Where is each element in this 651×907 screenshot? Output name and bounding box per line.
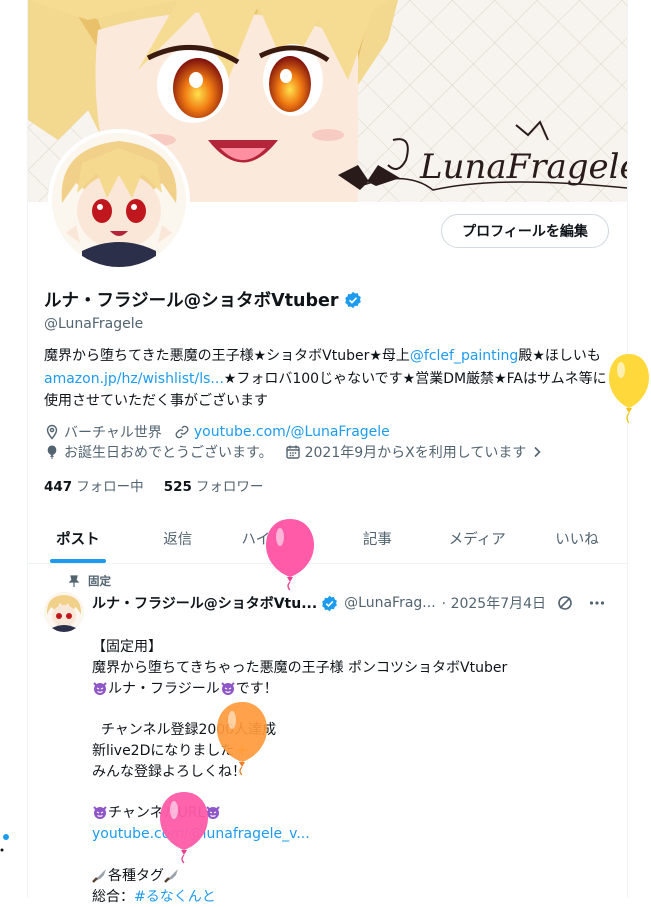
knife-emoji-icon xyxy=(92,868,106,883)
website-link[interactable]: youtube.com/@LunaFragele xyxy=(194,424,390,440)
tweet-line-5: 新live2Dになりました xyxy=(92,741,612,762)
tweet-hashtag-link[interactable]: #るなくんと xyxy=(134,889,216,905)
location-pin-icon xyxy=(46,424,58,440)
profile-bio: 魔界から堕ちてきた悪魔の王子様★ショタボVtuber★母上@fclef_pain… xyxy=(44,345,614,413)
pink-balloon-icon xyxy=(160,792,208,864)
banner-signature-text: LunaFragele xyxy=(419,147,627,187)
yellow-balloon-icon xyxy=(609,354,649,424)
following-link[interactable]: 447 フォロー中 xyxy=(44,475,144,495)
tab-likes[interactable]: いいね xyxy=(527,514,627,563)
devil-emoji-icon xyxy=(93,681,107,695)
followers-label: フォロワー xyxy=(195,479,264,495)
tweet-author-handle[interactable]: @LunaFrag... xyxy=(344,595,436,611)
devil-emoji-icon xyxy=(93,806,107,820)
link-icon xyxy=(175,425,189,439)
tweet-author-avatar[interactable] xyxy=(44,592,84,632)
tab-articles[interactable]: 記事 xyxy=(327,514,427,563)
display-name: ルナ・フラジール@ショタボVtuber xyxy=(44,291,339,311)
tab-articles-label: 記事 xyxy=(362,532,392,548)
more-options-icon[interactable] xyxy=(588,594,606,612)
tweet-line-9-text: 各種タグ xyxy=(108,867,164,884)
birthday-text: お誕生日おめでとうございます。 xyxy=(64,445,273,461)
balloon-icon xyxy=(47,445,57,460)
profile-tabs: ポスト 返信 ハイライト 記事 メディア いいね xyxy=(28,514,627,564)
profile-column: LunaFragele プロフィールを編集 ルナ・フラジール@ショタボVtube… xyxy=(27,0,628,905)
active-tab-indicator xyxy=(49,559,106,563)
tab-replies-label: 返信 xyxy=(163,532,193,548)
tweet-verified-badge-icon[interactable] xyxy=(321,595,338,612)
knife-emoji-icon xyxy=(164,868,178,883)
profile-meta-row-1: バーチャル世界 youtube.com/@LunaFragele xyxy=(44,422,402,442)
tweet-line-3: ルナ・フラジール です！ xyxy=(92,679,612,700)
joined-text: 2021年9月からXを利用しています xyxy=(304,445,527,461)
joined-item[interactable]: 2021年9月からXを利用しています xyxy=(285,442,549,462)
tweet-line-10: 総合：#るなくんと xyxy=(92,887,612,907)
bio-wishlist-link[interactable]: amazon.jp/hz/wishlist/ls... xyxy=(44,371,224,387)
follow-stats: 447 フォロー中 525 フォロワー xyxy=(44,475,263,495)
tweet-author-name[interactable]: ルナ・フラジール@ショタボVtu... xyxy=(92,593,317,613)
tab-likes-label: いいね xyxy=(555,532,599,548)
location-text: バーチャル世界 xyxy=(64,425,162,441)
pink-balloon-icon xyxy=(266,519,314,591)
orange-balloon-icon xyxy=(217,702,267,776)
tweet-line-3-end: です！ xyxy=(235,680,278,697)
verified-badge-icon[interactable] xyxy=(344,291,362,309)
pinned-label: 固定 xyxy=(88,574,111,588)
calendar-icon xyxy=(285,445,300,459)
bio-mention-link[interactable]: @fclef_painting xyxy=(410,348,518,364)
tweet-line-10-label: 総合： xyxy=(92,888,134,905)
edit-profile-button[interactable]: プロフィールを編集 xyxy=(441,214,609,248)
followers-count: 525 xyxy=(163,479,192,495)
tab-replies[interactable]: 返信 xyxy=(128,514,228,563)
tab-posts[interactable]: ポスト xyxy=(28,514,128,563)
tweet-line-4: チャンネル登録2000人達成 xyxy=(92,722,277,739)
profile-name-row: ルナ・フラジール@ショタボVtuber xyxy=(44,287,362,312)
tweet-date[interactable]: · 2025年7月4日 xyxy=(442,593,546,613)
location-item: バーチャル世界 xyxy=(44,422,162,442)
following-label: フォロー中 xyxy=(76,479,144,495)
tweet-line-9: 各種タグ xyxy=(92,866,612,887)
tab-media[interactable]: メディア xyxy=(427,514,527,563)
tweet-body: 【固定用】魔界から堕ちてきちゃった悪魔の王子様 ポンコツショタボVtuber ルナ… xyxy=(92,637,612,907)
tweet-line-3-text: ルナ・フラジール xyxy=(108,680,220,697)
profile-avatar[interactable] xyxy=(48,129,190,271)
tweet-line-6: みんな登録よろしくね！ xyxy=(92,763,246,780)
pin-icon xyxy=(68,575,80,587)
tab-media-label: メディア xyxy=(448,532,506,548)
tweet-line-2: 魔界から堕ちてきちゃった悪魔の王子様 ポンコツショタボVtuber xyxy=(92,659,508,676)
profile-handle: @LunaFragele xyxy=(44,316,144,332)
devil-emoji-icon xyxy=(221,681,235,695)
birthday-item: お誕生日おめでとうございます。 xyxy=(44,442,273,462)
edited-icon[interactable] xyxy=(556,594,574,612)
profile-meta-row-2: お誕生日おめでとうございます。 2021年9月からXを利用しています xyxy=(44,442,560,462)
followers-link[interactable]: 525 フォロワー xyxy=(164,475,264,495)
bio-text-1: 魔界から堕ちてきた悪魔の王子様★ショタボVtuber★母上 xyxy=(44,348,410,364)
avatar-image xyxy=(52,133,186,267)
confetti-dots-icon xyxy=(0,834,9,852)
tweet-line-1: 【固定用】 xyxy=(92,639,162,655)
following-count: 447 xyxy=(44,479,73,495)
bio-text-2: 殿★ほしいも xyxy=(518,348,601,364)
pinned-indicator: 固定 xyxy=(68,573,111,589)
chevron-right-icon xyxy=(534,446,541,458)
tweet-header: ルナ・フラジール@ショタボVtu... @LunaFrag... · 2025年… xyxy=(92,593,612,613)
tweet-avatar-image xyxy=(44,592,84,632)
tab-posts-label: ポスト xyxy=(56,532,100,548)
website-item[interactable]: youtube.com/@LunaFragele xyxy=(174,424,390,440)
